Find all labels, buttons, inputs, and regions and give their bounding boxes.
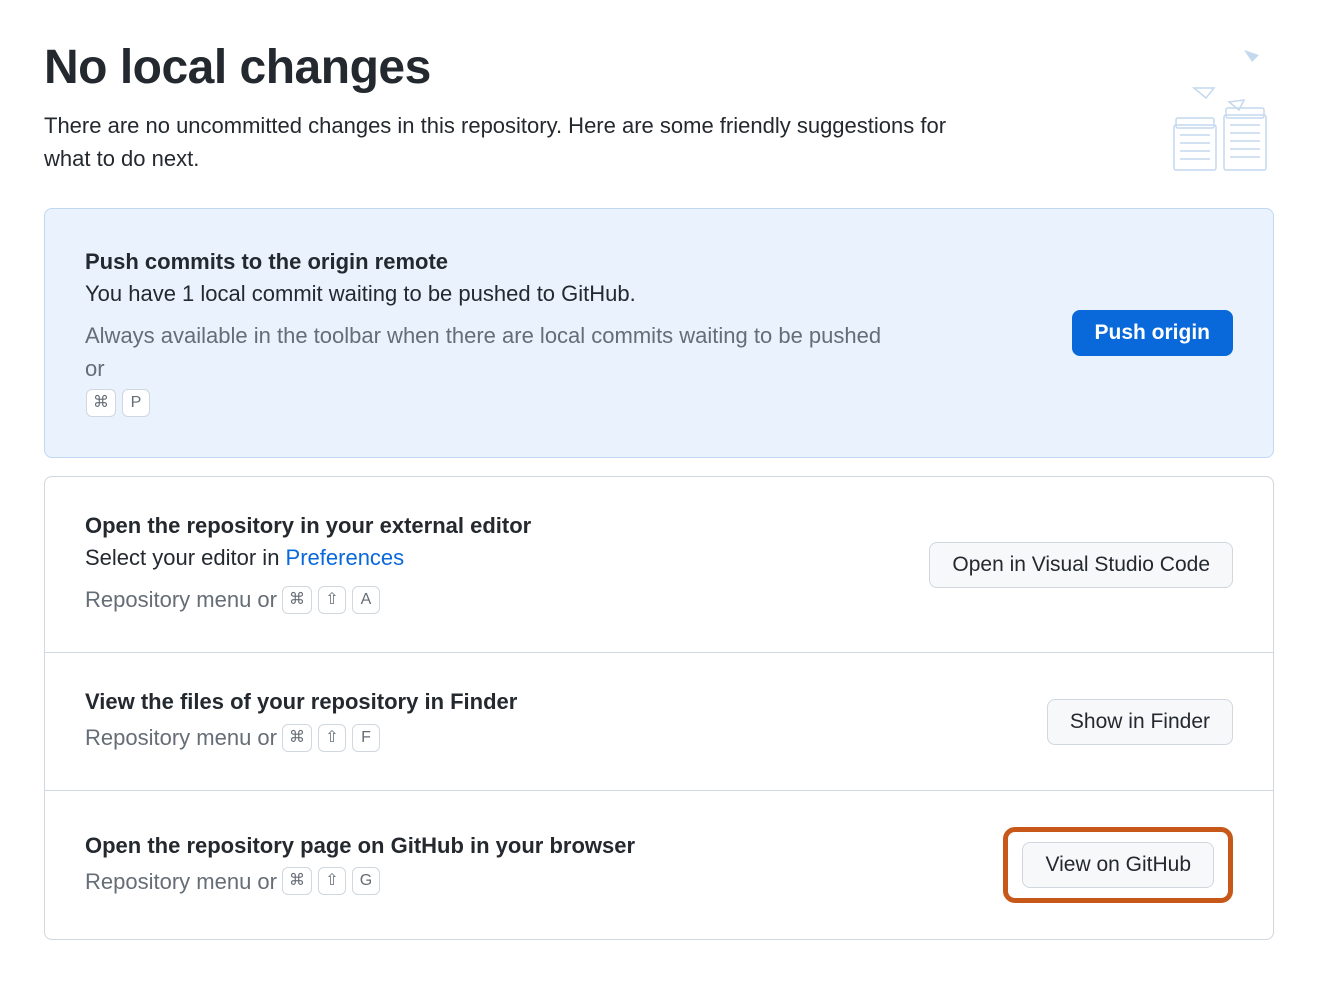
kbd-cmd: ⌘ (86, 389, 116, 417)
push-card-desc: You have 1 local commit waiting to be pu… (85, 281, 885, 307)
push-origin-card: Push commits to the origin remote You ha… (44, 208, 1274, 458)
kbd-f: F (352, 724, 380, 752)
header-text: No local changes There are no uncommitte… (44, 40, 984, 175)
preferences-link[interactable]: Preferences (286, 545, 405, 570)
open-editor-row: Open the repository in your external edi… (45, 477, 1273, 652)
kbd-g: G (352, 867, 380, 895)
page-header: No local changes There are no uncommitte… (44, 40, 1274, 180)
kbd-shift: ⇧ (318, 867, 346, 895)
kbd-a: A (352, 586, 380, 614)
empty-state-illustration (1144, 40, 1274, 180)
push-card-title: Push commits to the origin remote (85, 249, 885, 275)
push-origin-button[interactable]: Push origin (1072, 310, 1234, 356)
page-subtitle: There are no uncommitted changes in this… (44, 109, 984, 175)
view-github-hint-text: Repository menu or (85, 865, 277, 898)
view-github-button[interactable]: View on GitHub (1022, 842, 1214, 888)
show-finder-button[interactable]: Show in Finder (1047, 699, 1233, 745)
open-editor-hint: Repository menu or ⌘ ⇧ A (85, 583, 885, 616)
open-editor-desc-prefix: Select your editor in (85, 545, 286, 570)
push-hint-text: Always available in the toolbar when the… (85, 319, 885, 385)
actions-card: Open the repository in your external edi… (44, 476, 1274, 940)
page-title: No local changes (44, 40, 984, 95)
show-finder-title: View the files of your repository in Fin… (85, 689, 885, 715)
show-finder-hint: Repository menu or ⌘ ⇧ F (85, 721, 885, 754)
show-finder-hint-text: Repository menu or (85, 721, 277, 754)
kbd-shift: ⇧ (318, 586, 346, 614)
open-editor-title: Open the repository in your external edi… (85, 513, 885, 539)
kbd-shift: ⇧ (318, 724, 346, 752)
view-github-hint: Repository menu or ⌘ ⇧ G (85, 865, 885, 898)
kbd-cmd: ⌘ (282, 724, 312, 752)
kbd-cmd: ⌘ (282, 586, 312, 614)
kbd-cmd: ⌘ (282, 867, 312, 895)
open-editor-desc: Select your editor in Preferences (85, 545, 885, 571)
show-finder-row: View the files of your repository in Fin… (45, 652, 1273, 790)
view-github-highlight: View on GitHub (1003, 827, 1233, 903)
push-card-hint: Always available in the toolbar when the… (85, 319, 885, 417)
view-github-title: Open the repository page on GitHub in yo… (85, 833, 885, 859)
open-editor-hint-text: Repository menu or (85, 583, 277, 616)
open-editor-button[interactable]: Open in Visual Studio Code (929, 542, 1233, 588)
kbd-p: P (122, 389, 150, 417)
view-github-row: Open the repository page on GitHub in yo… (45, 790, 1273, 939)
